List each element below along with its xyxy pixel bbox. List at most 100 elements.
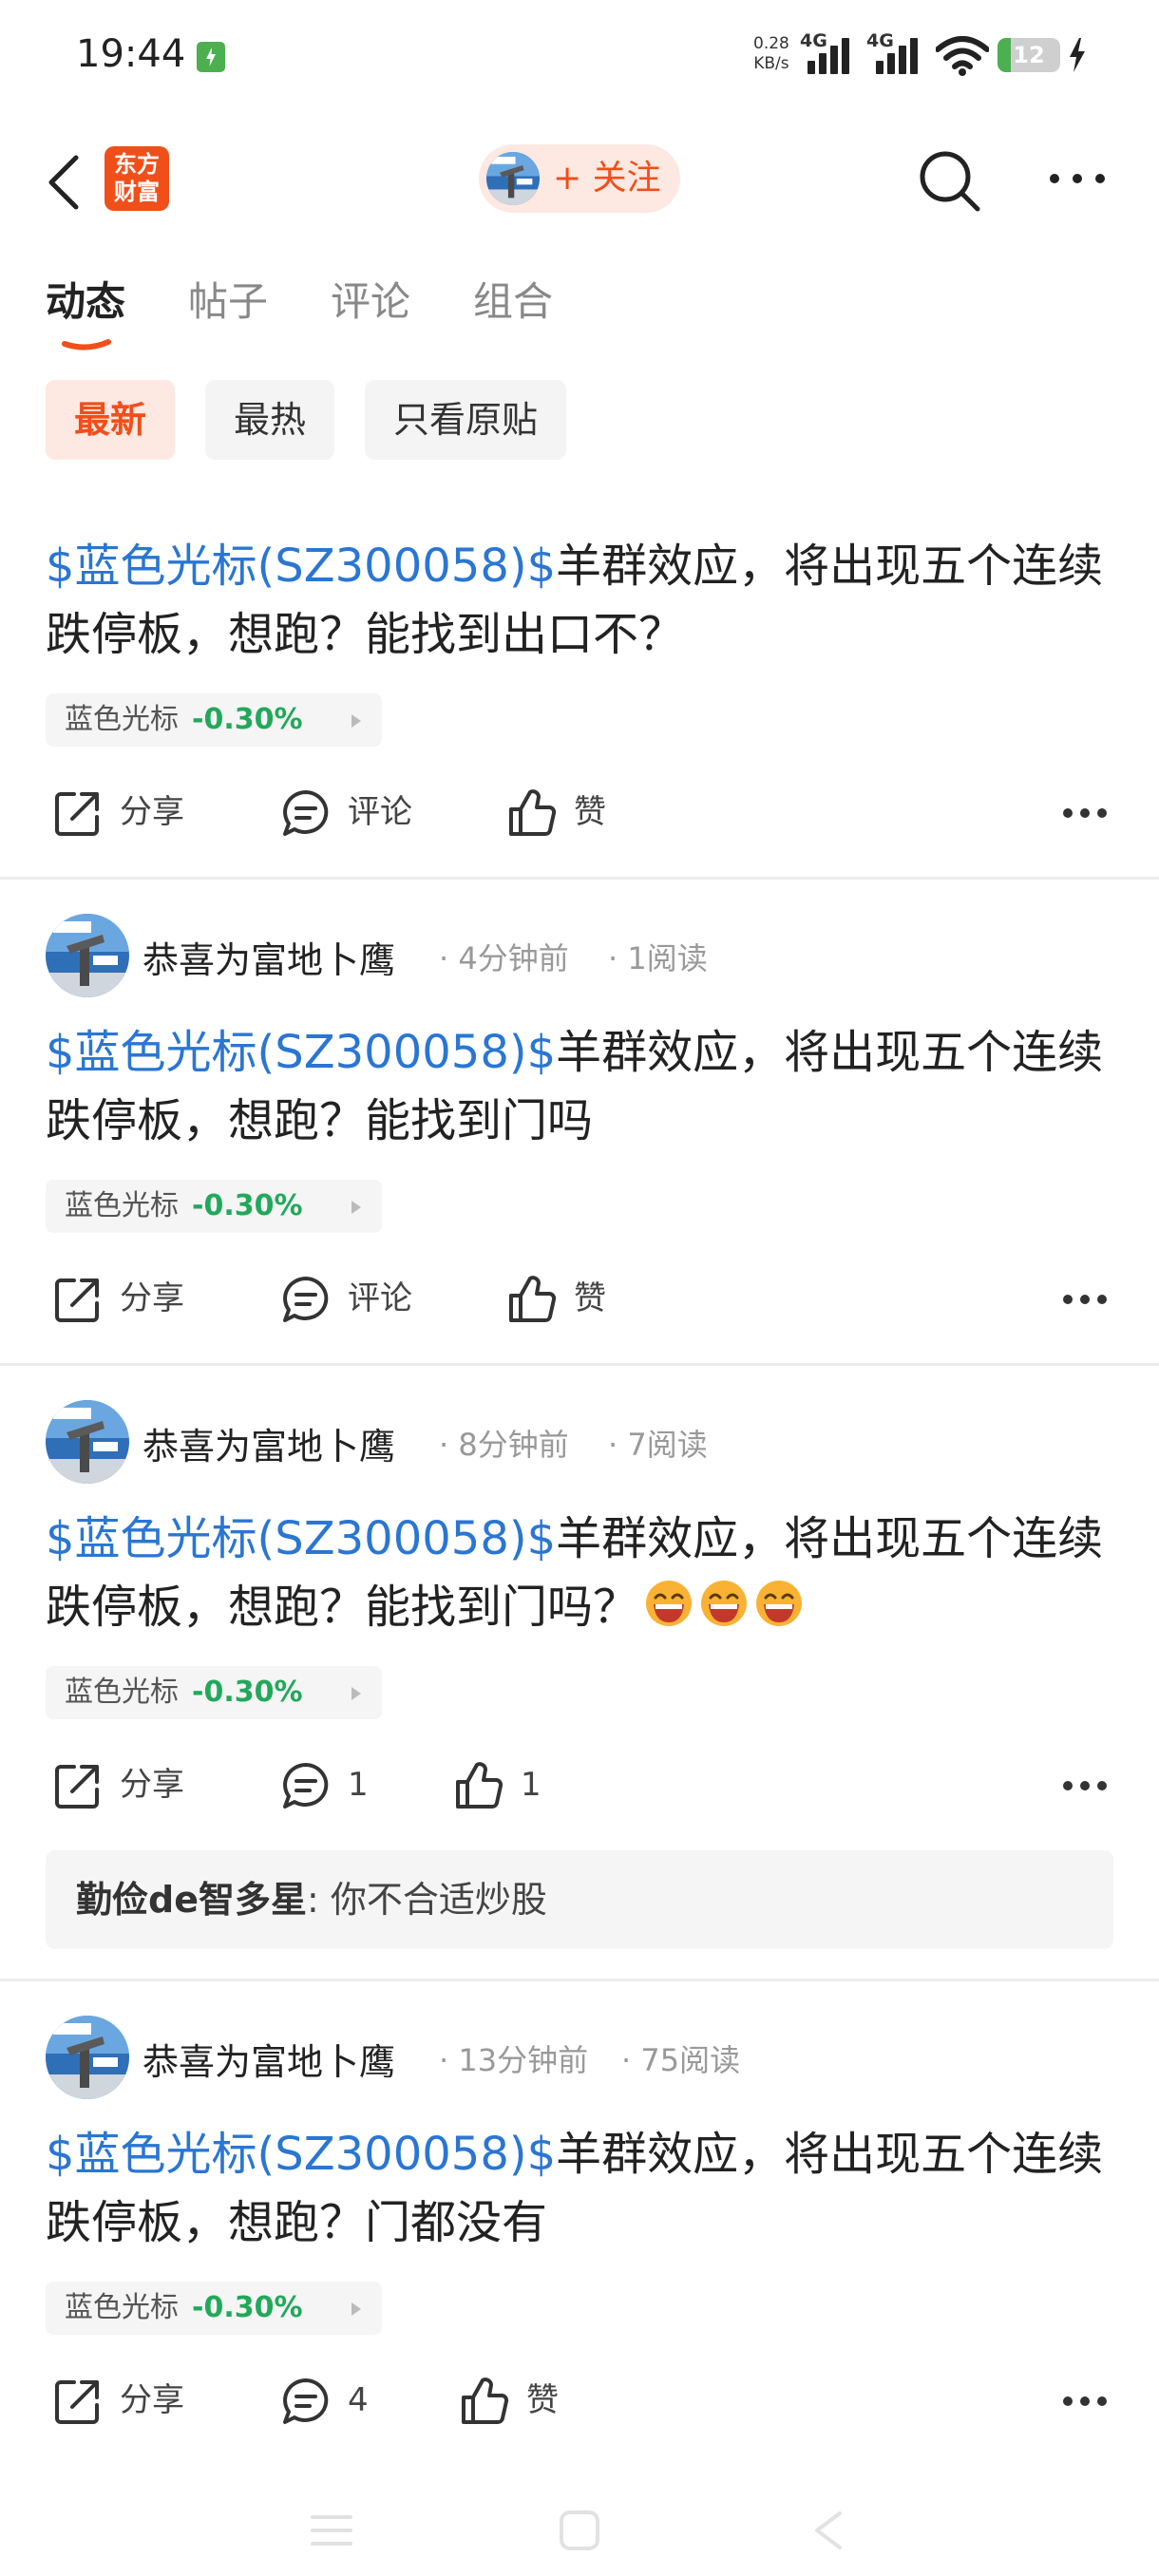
share-icon — [55, 1765, 99, 1809]
stock-tag[interactable]: 蓝色光标 -0.30% — [46, 693, 382, 747]
post-divider — [0, 1979, 1159, 1981]
post-reads-text: 1阅读 — [627, 940, 708, 976]
share-button[interactable]: 分享 — [51, 1265, 203, 1332]
comment-icon — [283, 2378, 329, 2424]
tab-posts[interactable]: 帖子 — [188, 270, 268, 328]
share-label: 分享 — [120, 1766, 184, 1804]
stock-tag[interactable]: 蓝色光标 -0.30% — [46, 1666, 382, 1719]
more-options-icon[interactable] — [1047, 160, 1108, 198]
menu-icon[interactable] — [310, 2510, 353, 2551]
like-label: 赞 — [574, 1279, 606, 1317]
post-reads-text: 7阅读 — [627, 1427, 708, 1463]
share-button[interactable]: 分享 — [51, 2367, 203, 2434]
home-icon[interactable] — [559, 2510, 600, 2551]
comment-label: 评论 — [348, 1279, 412, 1317]
post-author[interactable]: 恭喜为富地卜鹰 — [142, 2033, 395, 2085]
post-time-text: 4分钟前 — [458, 940, 569, 976]
like-count: 1 — [521, 1766, 542, 1804]
tab-comments[interactable]: 评论 — [331, 270, 410, 328]
share-label: 分享 — [120, 2381, 184, 2419]
tab-activity[interactable]: 动态 — [46, 270, 125, 328]
profile-tabs: 动态 帖子 评论 组合 — [0, 270, 1159, 350]
stock-tag-change: -0.30% — [192, 1676, 303, 1709]
battery-level: 12 — [1013, 42, 1045, 68]
signal-icon — [808, 36, 855, 74]
share-button[interactable]: 分享 — [51, 1752, 203, 1818]
reply-preview[interactable]: 勤俭de智多星: 你不合适炒股 — [46, 1850, 1113, 1949]
tag-arrow-icon — [352, 1687, 361, 1700]
filter-hot[interactable]: 最热 — [205, 380, 335, 460]
post-author[interactable]: 恭喜为富地卜鹰 — [142, 1417, 395, 1469]
search-icon[interactable] — [917, 148, 983, 215]
comment-icon — [283, 790, 329, 836]
stock-tag[interactable]: 蓝色光标 -0.30% — [46, 2282, 382, 2335]
filter-latest[interactable]: 最新 — [46, 380, 176, 460]
back-nav-icon[interactable] — [809, 2510, 847, 2551]
like-button[interactable]: 1 — [452, 1752, 566, 1818]
post-time: · 4分钟前 — [439, 940, 569, 976]
signal-icon-2 — [876, 36, 923, 74]
follow-button[interactable]: + 关注 — [479, 144, 680, 213]
status-time: 19:44 — [76, 32, 186, 76]
laughing-emoji-icon — [699, 1579, 749, 1628]
reply-text: 你不合适炒股 — [330, 1879, 547, 1921]
post-more-icon[interactable] — [1062, 1294, 1108, 1305]
share-icon — [55, 792, 99, 836]
stock-tag[interactable]: 蓝色光标 -0.30% — [46, 1180, 382, 1233]
stock-link[interactable]: $蓝色光标(SZ300058)$ — [46, 540, 556, 593]
avatar — [486, 152, 540, 205]
post-text: $蓝色光标(SZ300058)$羊群效应，将出现五个连续跌停板，想跑？能找到门吗 — [46, 1018, 1119, 1155]
avatar[interactable] — [46, 1400, 129, 1484]
tag-arrow-icon — [352, 1201, 361, 1214]
comment-label: 评论 — [348, 793, 412, 831]
logo-text-line2: 财富 — [114, 179, 160, 205]
network-speed: 0.28 KB/s — [753, 34, 789, 74]
like-icon — [462, 2377, 509, 2425]
app-logo: 东方 财富 — [104, 146, 169, 211]
comment-button[interactable]: 评论 — [279, 1265, 431, 1332]
tab-portfolio[interactable]: 组合 — [473, 270, 553, 328]
avatar[interactable] — [46, 2016, 129, 2099]
network-speed-value: 0.28 — [753, 34, 789, 53]
tag-arrow-icon — [352, 714, 361, 728]
avatar[interactable] — [46, 914, 129, 997]
like-label: 赞 — [526, 2381, 559, 2419]
like-icon — [509, 1276, 557, 1323]
like-button[interactable]: 赞 — [505, 779, 638, 845]
tab-active-indicator — [62, 339, 111, 350]
share-button[interactable]: 分享 — [51, 779, 203, 845]
post-more-icon[interactable] — [1062, 1780, 1108, 1791]
post-time: · 8分钟前 — [439, 1427, 569, 1463]
like-button[interactable]: 赞 — [458, 2367, 591, 2434]
share-label: 分享 — [120, 793, 184, 831]
comment-icon — [283, 1277, 329, 1322]
logo-text-line1: 东方 — [114, 151, 160, 178]
post-reads: · 75阅读 — [621, 2042, 741, 2078]
post-divider — [0, 877, 1159, 880]
post-reads: · 7阅读 — [608, 1427, 708, 1463]
back-arrow-icon[interactable] — [42, 152, 89, 213]
stock-link[interactable]: $蓝色光标(SZ300058)$ — [46, 1026, 556, 1079]
post-time-text: 8分钟前 — [458, 1427, 569, 1463]
post-more-icon[interactable] — [1062, 2396, 1108, 2407]
comment-button[interactable]: 1 — [279, 1752, 393, 1818]
filter-original-only[interactable]: 只看原贴 — [365, 380, 567, 460]
post-time-text: 13分钟前 — [458, 2042, 589, 2078]
stock-link[interactable]: $蓝色光标(SZ300058)$ — [46, 2128, 556, 2181]
like-button[interactable]: 赞 — [505, 1265, 638, 1332]
post-text: $蓝色光标(SZ300058)$羊群效应，将出现五个连续跌停板，想跑？能找到门吗… — [46, 1505, 1119, 1641]
tag-arrow-icon — [352, 2302, 361, 2316]
charging-bolt-icon — [1070, 38, 1085, 72]
stock-link[interactable]: $蓝色光标(SZ300058)$ — [46, 1512, 556, 1565]
comment-button[interactable]: 评论 — [279, 779, 431, 845]
post-more-icon[interactable] — [1062, 807, 1108, 819]
charging-icon — [197, 42, 225, 72]
share-icon — [55, 2380, 99, 2424]
comment-button[interactable]: 4 — [279, 2367, 393, 2434]
post-text: $蓝色光标(SZ300058)$羊群效应，将出现五个连续跌停板，想跑？门都没有 — [46, 2120, 1119, 2257]
post-author[interactable]: 恭喜为富地卜鹰 — [142, 931, 395, 983]
post-feed: $蓝色光标(SZ300058)$羊群效应，将出现五个连续跌停板，想跑？能找到出口… — [0, 475, 1159, 2489]
reply-user[interactable]: 勤俭de智多星 — [76, 1879, 307, 1921]
stock-tag-name: 蓝色光标 — [65, 2291, 179, 2324]
post-text: $蓝色光标(SZ300058)$羊群效应，将出现五个连续跌停板，想跑？能找到出口… — [46, 532, 1119, 669]
